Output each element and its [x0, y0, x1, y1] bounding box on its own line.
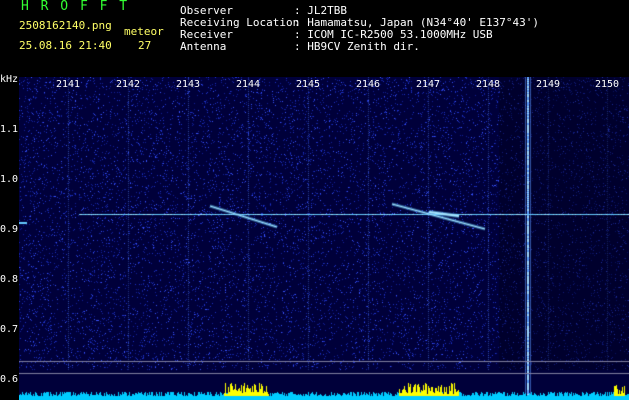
- x-tick-label: 2144: [235, 79, 261, 90]
- y-tick-label: 1.0: [0, 174, 19, 185]
- x-tick-label: 2143: [175, 79, 201, 90]
- x-tick-label: 2142: [115, 79, 141, 90]
- antenna-value: : HB9CV Zenith dir.: [294, 40, 420, 53]
- meteor-label: meteor: [124, 25, 164, 38]
- y-tick-label: 0.6: [0, 374, 19, 385]
- y-tick-label: 0.8: [0, 274, 19, 285]
- y-axis-unit: kHz: [0, 74, 19, 85]
- x-tick-label: 2145: [295, 79, 321, 90]
- spectrogram-plot: [19, 77, 629, 400]
- y-tick-label: 1.1: [0, 124, 19, 135]
- spectrogram-window: { "app": { "title": "H R O F F T" }, "fi…: [0, 0, 629, 400]
- x-tick-label: 2150: [594, 79, 620, 90]
- antenna-label: Antenna: [180, 40, 227, 53]
- x-tick-label: 2147: [415, 79, 441, 90]
- meteor-count: 27: [138, 39, 152, 52]
- y-tick-label: 0.7: [0, 324, 19, 335]
- file-name: 2508162140.png: [19, 19, 112, 32]
- x-tick-label: 2149: [535, 79, 561, 90]
- file-datetime: 25.08.16 21:40: [19, 39, 112, 52]
- app-title: H R O F F T: [21, 0, 130, 14]
- x-tick-label: 2141: [55, 79, 81, 90]
- y-tick-label: 0.9: [0, 224, 19, 235]
- x-tick-label: 2146: [355, 79, 381, 90]
- x-tick-label: 2148: [475, 79, 501, 90]
